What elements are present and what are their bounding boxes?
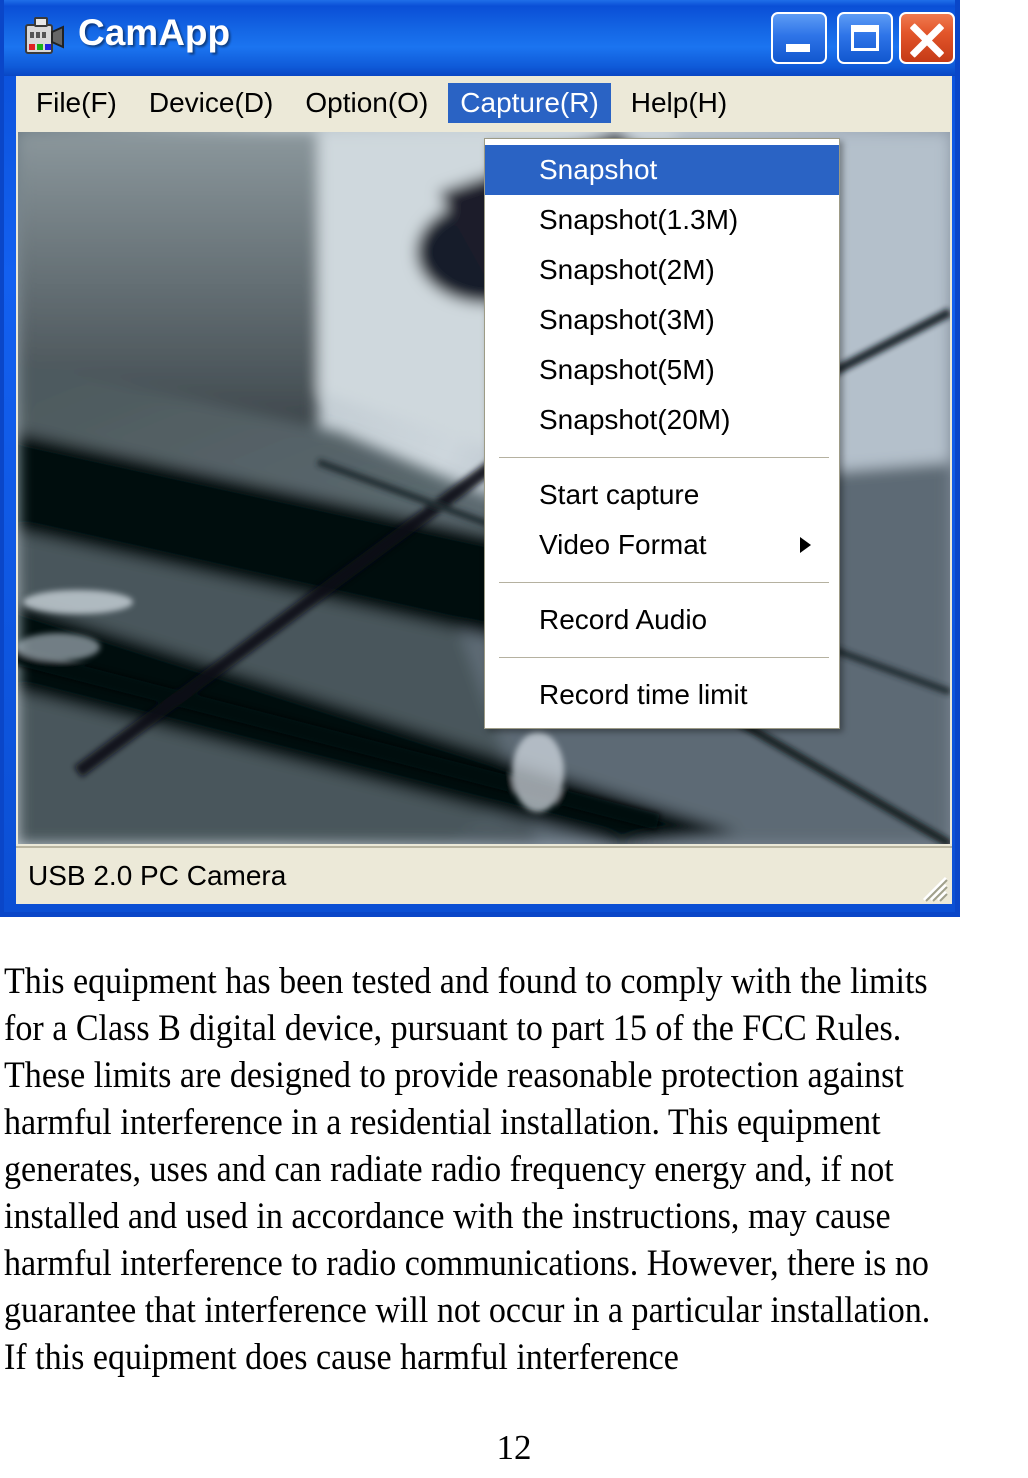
- menu-item-option[interactable]: Option(O): [293, 83, 440, 123]
- window-title: CamApp: [78, 12, 231, 53]
- menu-option-snapshot-20m[interactable]: Snapshot(20M): [485, 395, 839, 445]
- title-bar[interactable]: CamApp: [4, 0, 955, 76]
- menu-separator-3: [499, 657, 829, 658]
- menu-item-help[interactable]: Help(H): [619, 83, 739, 123]
- chevron-right-icon: [800, 537, 811, 553]
- menu-item-capture[interactable]: Capture(R): [448, 83, 611, 123]
- menu-option-snapshot[interactable]: Snapshot: [485, 145, 839, 195]
- menu-bar: File(F) Device(D) Option(O) Capture(R) H…: [16, 76, 952, 130]
- menu-option-snapshot-2m[interactable]: Snapshot(2M): [485, 245, 839, 295]
- menu-separator-1: [499, 457, 829, 458]
- menu-option-record-audio[interactable]: Record Audio: [485, 595, 839, 645]
- camera-icon: [22, 14, 68, 60]
- status-device-label: USB 2.0 PC Camera: [28, 860, 287, 891]
- menu-option-video-format[interactable]: Video Format: [485, 520, 839, 570]
- maximize-icon: [851, 25, 879, 51]
- menu-option-snapshot-1-3m[interactable]: Snapshot(1.3M): [485, 195, 839, 245]
- minimize-icon: [786, 44, 810, 52]
- menu-option-video-format-label: Video Format: [539, 529, 707, 560]
- close-button[interactable]: [899, 12, 955, 64]
- page-number: 12: [496, 1428, 532, 1467]
- menu-option-start-capture[interactable]: Start capture: [485, 470, 839, 520]
- minimize-button[interactable]: [771, 12, 827, 64]
- capture-dropdown-menu: Snapshot Snapshot(1.3M) Snapshot(2M) Sna…: [484, 138, 840, 729]
- menu-option-snapshot-3m[interactable]: Snapshot(3M): [485, 295, 839, 345]
- menu-item-device[interactable]: Device(D): [137, 83, 285, 123]
- menu-separator-2: [499, 582, 829, 583]
- menu-option-snapshot-5m[interactable]: Snapshot(5M): [485, 345, 839, 395]
- menu-option-record-time-limit[interactable]: Record time limit: [485, 670, 839, 720]
- maximize-button[interactable]: [837, 12, 893, 64]
- fcc-compliance-paragraph: This equipment has been tested and found…: [4, 961, 931, 1378]
- menu-item-file[interactable]: File(F): [24, 83, 129, 123]
- resize-grip-icon[interactable]: [918, 872, 948, 902]
- status-bar: USB 2.0 PC Camera: [16, 846, 952, 904]
